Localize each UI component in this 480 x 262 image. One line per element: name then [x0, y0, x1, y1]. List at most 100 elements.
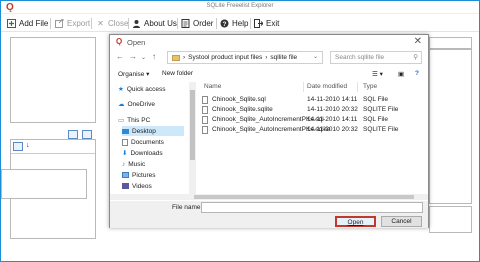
nav-item-desktop[interactable]: Desktop	[122, 126, 184, 136]
command-bar: Organise ▾ New folder ☰ ▾ ▣ ?	[110, 68, 428, 81]
cancel-button[interactable]: Cancel	[381, 216, 422, 227]
order-label: Order	[193, 19, 214, 28]
toolbar-divider	[177, 18, 178, 29]
file-type: SQLITE File	[363, 106, 399, 113]
new-folder-button[interactable]: New folder	[162, 70, 193, 77]
toolbar-divider	[50, 18, 51, 29]
nav-item-this-pc[interactable]: ▭ This PC	[118, 115, 150, 125]
breadcrumb-item[interactable]: sqllite file	[270, 54, 297, 61]
address-bar[interactable]: › Systool product input files › sqllite …	[167, 51, 323, 64]
categorized-icon[interactable]	[13, 142, 23, 151]
nav-item-label: Videos	[132, 182, 152, 190]
order-button[interactable]: Order	[181, 17, 213, 30]
close-label: Close	[108, 19, 129, 28]
nav-item-quick-access[interactable]: ★ Quick access	[118, 84, 165, 94]
nav-item-videos[interactable]: Videos	[122, 181, 152, 191]
recent-locations-icon[interactable]: ⌄	[141, 54, 146, 61]
nav-item-pictures[interactable]: Pictures	[122, 170, 155, 180]
file-type: SQLITE File	[363, 126, 399, 133]
toolbar-divider	[216, 18, 217, 29]
chevron-down-icon[interactable]: ⌄	[313, 53, 318, 60]
sort-az-icon[interactable]: ↓	[26, 142, 30, 149]
nav-item-label: Desktop	[132, 127, 156, 135]
file-row[interactable]: Chinook_Sqlite_AutoIncrementPKs.sql 14-1…	[197, 115, 428, 125]
desktop-icon	[122, 128, 129, 134]
file-type: SQL File	[363, 116, 389, 123]
file-date: 14-11-2010 14:11	[307, 116, 358, 123]
cloud-icon: ☁	[118, 101, 125, 108]
export-button[interactable]: Export	[55, 17, 90, 30]
navigation-scrollbar[interactable]	[189, 82, 196, 194]
download-icon: ⬇	[122, 150, 128, 157]
add-file-icon	[7, 19, 16, 28]
about-us-label: About Us	[144, 19, 177, 28]
folder-icon	[172, 54, 180, 61]
nav-item-label: Pictures	[132, 171, 156, 179]
panel-button[interactable]	[82, 130, 92, 139]
file-row[interactable]: Chinook_Sqlite.sql 14-11-2010 14:11 SQL …	[197, 95, 428, 105]
breadcrumb-item[interactable]: Systool product input files	[188, 54, 262, 61]
close-icon: ✕	[97, 19, 104, 28]
search-placeholder: Search sqllite file	[335, 54, 385, 61]
column-divider[interactable]	[303, 82, 304, 92]
dialog-title: Open	[127, 38, 146, 47]
navigation-bar: ← → ⌄ ↑ › Systool product input files › …	[110, 51, 428, 65]
file-name: Chinook_Sqlite.sqlite	[212, 106, 273, 113]
help-button[interactable]: ? Help	[220, 17, 248, 30]
nav-item-documents[interactable]: Documents	[122, 137, 164, 147]
main-toolbar: Add File Export ✕ Close About Us Order ?…	[1, 15, 479, 32]
view-options-icon[interactable]: ☰ ▾	[372, 70, 383, 78]
column-divider[interactable]	[357, 82, 358, 92]
properties-toolbar: ↓	[11, 140, 95, 154]
open-button[interactable]: Open	[335, 216, 376, 227]
close-button[interactable]: ✕ Close	[96, 17, 128, 30]
horizontal-scrollbar[interactable]	[110, 194, 428, 200]
organise-button[interactable]: Organise ▾	[118, 70, 149, 78]
search-input[interactable]: Search sqllite file ⚲	[330, 51, 422, 64]
help-label: Help	[232, 19, 249, 28]
nav-item-label: Music	[128, 160, 146, 168]
file-type: SQL File	[363, 96, 389, 103]
app-logo: Ǫ	[116, 37, 123, 46]
column-header-date-modified[interactable]: Date modified	[307, 83, 347, 90]
forward-arrow-icon[interactable]: →	[129, 52, 137, 61]
star-icon: ★	[118, 86, 124, 93]
about-us-button[interactable]: About Us	[132, 17, 177, 30]
nav-item-downloads[interactable]: ⬇ Downloads	[122, 148, 163, 158]
computer-icon: ▭	[118, 117, 125, 124]
column-header-name[interactable]: Name	[204, 83, 221, 90]
help-icon: ?	[220, 19, 229, 28]
back-arrow-icon[interactable]: ←	[116, 52, 124, 61]
nav-item-label: Documents	[131, 138, 164, 146]
file-list: Name Date modified Type Chinook_Sqlite.s…	[197, 82, 428, 194]
column-header-type[interactable]: Type	[363, 83, 377, 90]
file-row[interactable]: Chinook_Sqlite_AutoIncrementPKs.sqlite 1…	[197, 125, 428, 135]
exit-label: Exit	[266, 19, 280, 28]
nav-item-onedrive[interactable]: ☁ OneDrive	[118, 99, 155, 109]
help-icon[interactable]: ?	[415, 70, 419, 77]
person-icon	[132, 19, 141, 28]
preview-pane-icon[interactable]: ▣	[398, 70, 404, 78]
file-tree-panel[interactable]	[10, 37, 96, 123]
dialog-close-icon[interactable]: ✕	[414, 36, 422, 47]
up-arrow-icon[interactable]: ↑	[152, 52, 156, 61]
exit-button[interactable]: Exit	[254, 17, 279, 30]
right-footer-panel	[429, 206, 472, 233]
file-name-input[interactable]	[201, 202, 423, 213]
file-row[interactable]: Chinook_Sqlite.sqlite 14-11-2010 20:32 S…	[197, 105, 428, 115]
add-file-button[interactable]: Add File	[7, 17, 48, 30]
scrollbar-thumb[interactable]	[190, 90, 195, 160]
app-window: Ǫ SQLite Freeelist Explorer Add File Exp…	[1, 1, 479, 261]
file-icon	[202, 126, 208, 136]
file-date: 14-11-2010 20:32	[307, 126, 358, 133]
nav-item-label: Downloads	[130, 149, 163, 157]
app-title: SQLite Freeelist Explorer	[206, 3, 274, 9]
nav-item-label: OneDrive	[127, 100, 155, 108]
panel-button[interactable]	[68, 130, 78, 139]
scrollbar-thumb[interactable]	[194, 195, 414, 199]
dialog-footer: File name: Open Cancel	[110, 201, 428, 228]
nav-item-music[interactable]: ♪ Music	[122, 159, 145, 169]
videos-icon	[122, 183, 129, 189]
organise-label: Organise	[118, 71, 145, 78]
file-date: 14-11-2010 14:11	[307, 96, 358, 103]
